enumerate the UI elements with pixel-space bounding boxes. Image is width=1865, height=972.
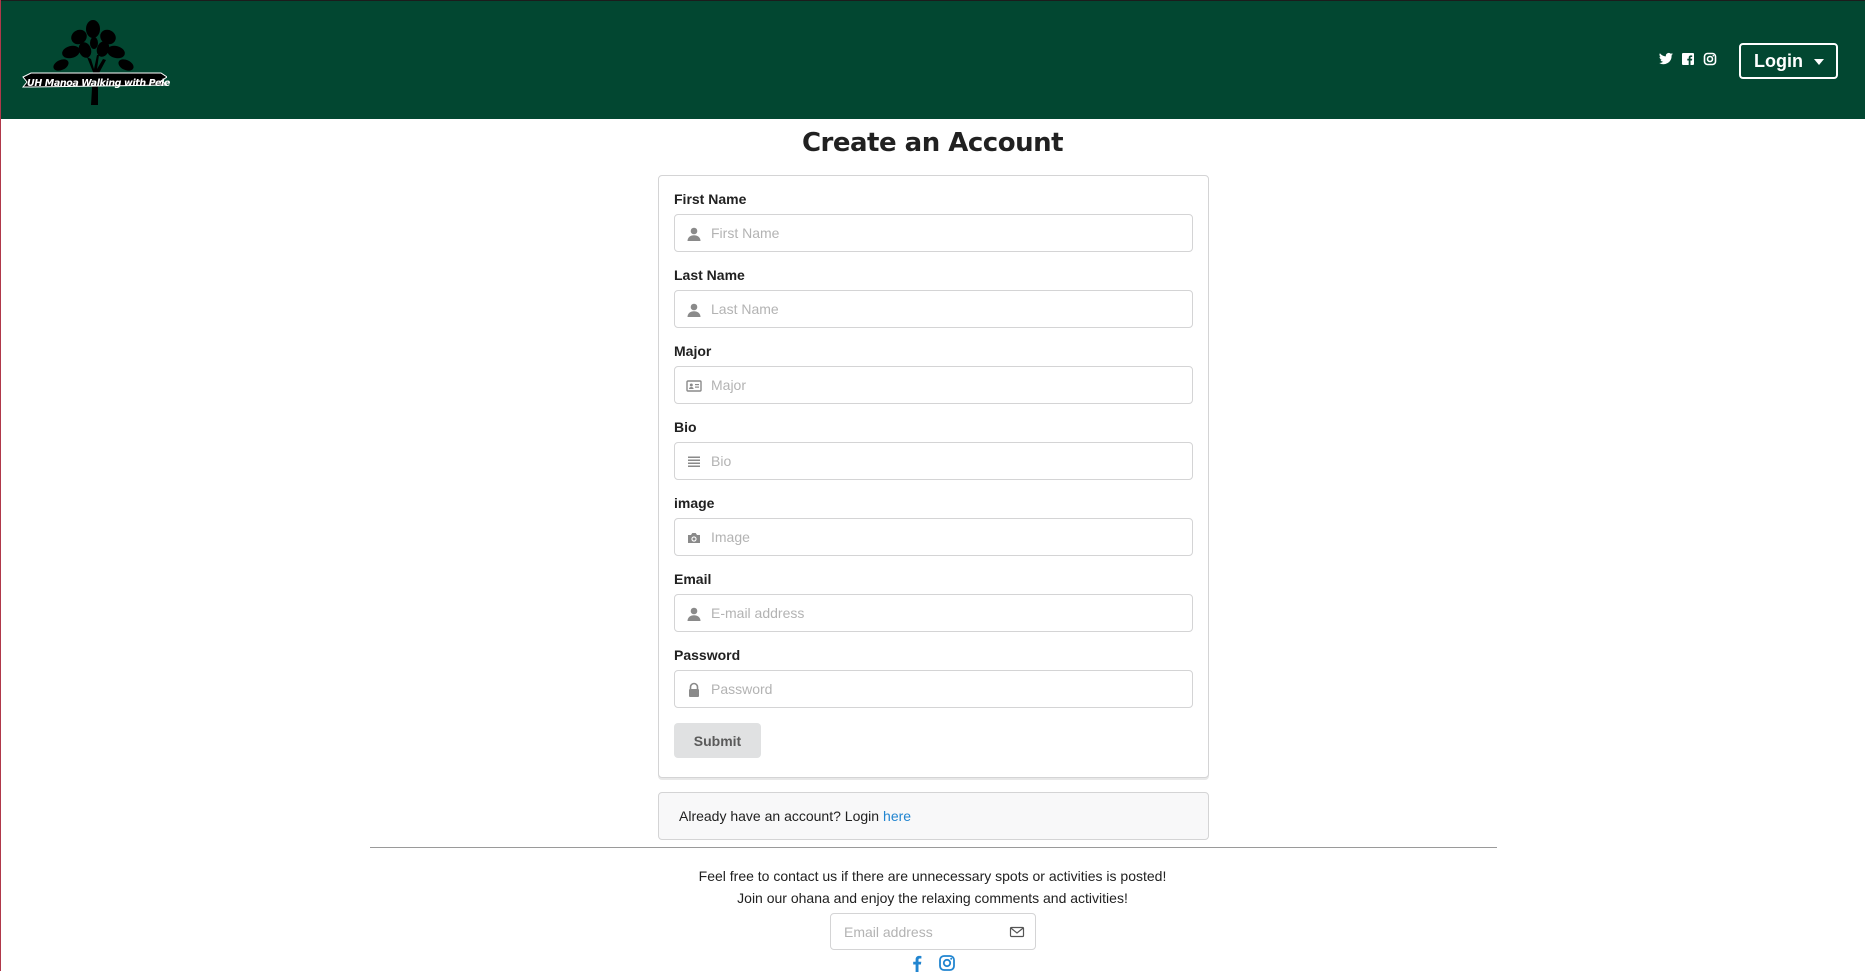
bio-input[interactable] <box>711 443 1181 479</box>
camera-icon <box>686 530 702 546</box>
site-logo[interactable]: UH Manoa Walking with Pele <box>21 17 170 107</box>
user-icon <box>686 226 702 242</box>
facebook-icon[interactable] <box>908 954 926 972</box>
twitter-icon[interactable] <box>1658 51 1674 67</box>
password-label: Password <box>674 647 741 663</box>
bio-label: Bio <box>674 419 697 435</box>
caret-down-icon <box>1814 59 1824 65</box>
image-label: image <box>674 495 715 511</box>
newsletter-email-field[interactable] <box>830 913 1036 950</box>
instagram-icon[interactable] <box>938 954 956 972</box>
logo-text: UH Manoa Walking with Pele <box>27 78 170 89</box>
header-social-links <box>1658 51 1718 67</box>
email-field[interactable] <box>674 594 1193 632</box>
email-input[interactable] <box>711 595 1181 631</box>
user-icon <box>686 302 702 318</box>
last-name-label: Last Name <box>674 267 745 283</box>
image-input[interactable] <box>711 519 1181 555</box>
last-name-field[interactable] <box>674 290 1193 328</box>
bio-field[interactable] <box>674 442 1193 480</box>
major-input[interactable] <box>711 367 1181 403</box>
navbar: UH Manoa Walking with Pele Login <box>1 0 1865 119</box>
login-dropdown-button[interactable]: Login <box>1739 43 1838 79</box>
login-prompt: Already have an account? Login here <box>658 792 1209 840</box>
first-name-label: First Name <box>674 191 747 207</box>
signup-form: First Name Last Name Major Bio image <box>658 175 1209 778</box>
footer-social-links <box>908 954 956 972</box>
password-field[interactable] <box>674 670 1193 708</box>
image-field[interactable] <box>674 518 1193 556</box>
instagram-icon[interactable] <box>1702 51 1718 67</box>
first-name-input[interactable] <box>711 215 1181 251</box>
newsletter-email-input[interactable] <box>844 914 994 949</box>
major-field[interactable] <box>674 366 1193 404</box>
facebook-icon[interactable] <box>1680 51 1696 67</box>
last-name-input[interactable] <box>711 291 1181 327</box>
lock-icon <box>686 682 702 698</box>
footer-line-2: Join our ohana and enjoy the relaxing co… <box>737 890 1128 906</box>
password-input[interactable] <box>711 671 1181 707</box>
envelope-icon[interactable] <box>1009 924 1025 940</box>
footer-divider <box>370 847 1497 848</box>
login-label: Login <box>1754 50 1803 71</box>
page-title: Create an Account <box>801 128 1064 158</box>
footer-line-1: Feel free to contact us if there are unn… <box>698 868 1167 884</box>
id-card-icon <box>686 378 702 394</box>
login-prompt-text: Already have an account? Login <box>679 808 880 824</box>
align-justify-icon <box>686 454 702 470</box>
user-icon <box>686 606 702 622</box>
login-here-link[interactable]: here <box>883 808 911 824</box>
major-label: Major <box>674 343 712 359</box>
first-name-field[interactable] <box>674 214 1193 252</box>
email-label: Email <box>674 571 712 587</box>
submit-button[interactable]: Submit <box>674 723 761 758</box>
